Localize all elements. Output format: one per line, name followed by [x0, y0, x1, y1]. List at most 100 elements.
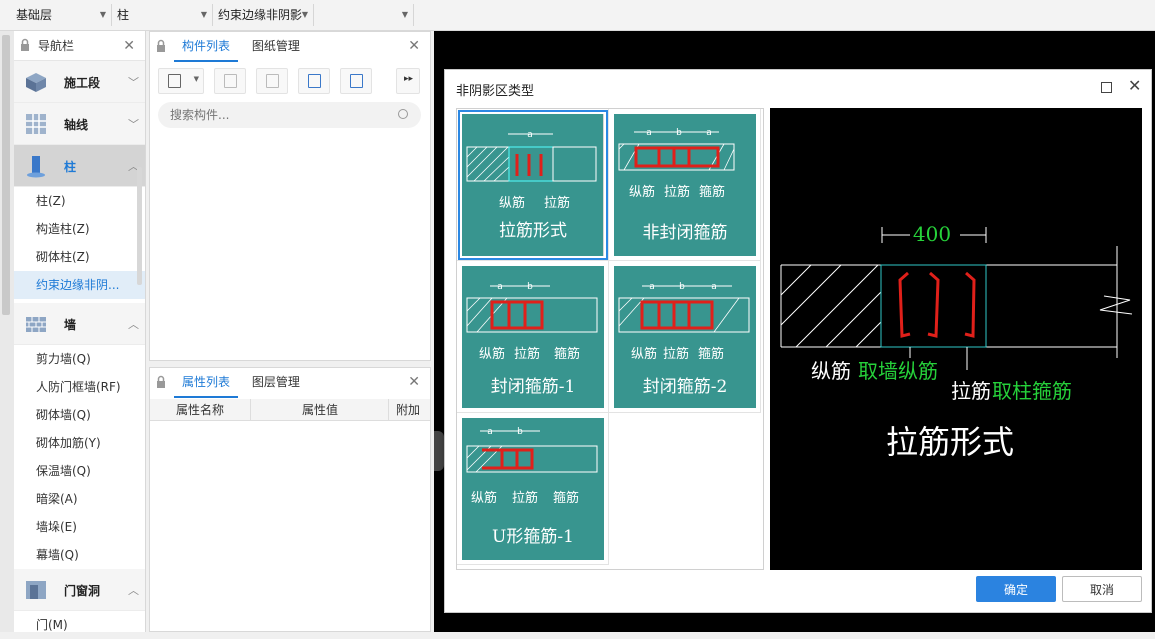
diagram-label: 箍筋: [698, 346, 724, 362]
new-component-button[interactable]: ▼: [158, 68, 204, 94]
type-option-tie-bar[interactable]: a 纵筋 拉筋 拉筋形式: [457, 109, 609, 261]
type-option-card[interactable]: a b a 纵筋 拉筋 箍筋 非封闭箍筋: [614, 114, 756, 256]
close-icon[interactable]: ✕: [408, 374, 420, 390]
dim-label: b: [517, 427, 523, 437]
nav-item-masonry-wall[interactable]: 砌体墙(Q): [14, 401, 145, 429]
type-option-card[interactable]: a b 纵筋 拉筋 箍筋 封闭箍筋-1: [462, 266, 604, 408]
type-select[interactable]: 约束边缘非阴影 ▼: [214, 4, 314, 26]
tab-layer-management[interactable]: 图层管理: [244, 368, 308, 396]
lock-icon[interactable]: [156, 39, 166, 53]
nav-category-construction-stage[interactable]: 施工段 ﹀: [14, 61, 145, 103]
nav-scrollbar[interactable]: [137, 167, 142, 285]
panel-collapse-handle[interactable]: [434, 431, 444, 471]
diagram-label: 箍筋: [554, 346, 580, 362]
nav-item-curtain-wall[interactable]: 幕墙(Q): [14, 541, 145, 569]
option-caption: 封闭箍筋-1: [490, 377, 576, 397]
nav-item-masonry-column[interactable]: 砌体柱(Z): [14, 243, 145, 271]
nav-item-column[interactable]: 柱(Z): [14, 187, 145, 215]
component-list-panel: 构件列表 图纸管理 ✕ ▼ ▸▸: [149, 31, 431, 361]
type-option-u-stirrup-1[interactable]: a b 纵筋 拉筋 箍筋 U形箍筋-1: [457, 413, 609, 565]
column-divider: [388, 399, 389, 421]
tie-bar-preview-diagram: 400 纵筋 取墙纵筋 拉筋 取柱箍筋 拉筋形式: [780, 222, 1133, 461]
diagram-label: 纵筋: [631, 346, 657, 362]
floor-select-value: 基础层: [16, 8, 53, 22]
dim-label: a: [646, 128, 652, 138]
dim-label: a: [527, 130, 533, 140]
nav-category-label: 墙: [64, 318, 77, 332]
chevron-up-icon: ︿: [128, 318, 139, 331]
diagram-label: 纵筋: [471, 490, 497, 506]
chevron-down-icon: ▼: [200, 10, 207, 19]
close-icon[interactable]: ✕: [123, 31, 135, 61]
type-option-closed-stirrup-1[interactable]: a b 纵筋 拉筋 箍筋 封闭箍筋-1: [457, 261, 609, 413]
top-selector-bar: 基础层 ▼ 柱 ▼ 约束边缘非阴影 ▼ ▼: [0, 0, 1155, 31]
option-caption: U形箍筋-1: [492, 527, 574, 547]
maximize-icon[interactable]: [1101, 82, 1112, 93]
diagram-label: 纵筋: [499, 195, 525, 211]
diagram-label: 拉筋: [544, 195, 570, 211]
cube-icon: [26, 73, 46, 92]
nav-item-wall-pier[interactable]: 墙垛(E): [14, 513, 145, 541]
dim-label: a: [711, 282, 717, 292]
nav-category-axis[interactable]: 轴线 ﹀: [14, 103, 145, 145]
dim-label: a: [649, 282, 655, 292]
option-caption: 封闭箍筋-2: [642, 377, 728, 397]
category-select-value: 柱: [117, 8, 130, 22]
nav-item-insulation-wall[interactable]: 保温墙(Q): [14, 457, 145, 485]
component-library-button[interactable]: [340, 68, 372, 94]
type-option-closed-stirrup-2[interactable]: a b a 纵筋 拉筋 箍筋 封闭箍筋-2: [609, 261, 761, 413]
delete-component-button[interactable]: [256, 68, 288, 94]
long-bar-note: 取墙纵筋: [858, 359, 938, 383]
floor-select[interactable]: 基础层 ▼: [12, 4, 112, 26]
chevron-down-icon: ﹀: [128, 76, 139, 89]
type-option-card[interactable]: a b a 纵筋 拉筋 箍筋 封闭箍筋-2: [614, 266, 756, 408]
left-scroll-strip: [0, 31, 14, 632]
nav-item-constructional-column[interactable]: 构造柱(Z): [14, 215, 145, 243]
type-option-card[interactable]: a 纵筋 拉筋 拉筋形式: [458, 110, 608, 260]
copy-component-button[interactable]: [214, 68, 246, 94]
nav-item-shear-wall[interactable]: 剪力墙(Q): [14, 345, 145, 373]
wall-icon: [26, 317, 46, 332]
grid-icon: [26, 114, 46, 134]
diagram-label: 拉筋: [514, 346, 540, 362]
column-header-extra: 附加: [396, 403, 421, 417]
nav-item-masonry-rebar[interactable]: 砌体加筋(Y): [14, 429, 145, 457]
more-tools-button[interactable]: ▸▸: [396, 68, 420, 94]
property-table-header: 属性名称 属性值 附加: [150, 399, 430, 421]
nav-category-wall[interactable]: 墙 ︿: [14, 303, 145, 345]
type-option-card[interactable]: a b 纵筋 拉筋 箍筋 U形箍筋-1: [462, 418, 604, 560]
dim-label: a: [497, 282, 503, 292]
left-scrollbar[interactable]: [2, 35, 10, 315]
nav-item-civil-defense-wall[interactable]: 人防门框墙(RF): [14, 373, 145, 401]
tie-label: 拉筋: [951, 379, 991, 403]
column-divider: [250, 399, 251, 421]
option-caption: 非封闭箍筋: [642, 223, 728, 243]
diagram-label: 纵筋: [629, 184, 655, 200]
lock-icon[interactable]: [20, 38, 30, 52]
chevron-down-icon: ﹀: [128, 118, 139, 131]
nav-item-hidden-beam[interactable]: 暗梁(A): [14, 485, 145, 513]
diagram-label: 拉筋: [664, 184, 690, 200]
cancel-button[interactable]: 取消: [1062, 576, 1142, 602]
category-select[interactable]: 柱 ▼: [113, 4, 213, 26]
nav-category-column[interactable]: 柱 ︿: [14, 145, 145, 187]
chevron-down-icon: ▼: [401, 10, 408, 19]
nav-category-label: 施工段: [64, 76, 101, 90]
ok-button[interactable]: 确定: [976, 576, 1056, 602]
tab-component-list[interactable]: 构件列表: [174, 32, 239, 62]
search-icon[interactable]: [398, 109, 408, 119]
lock-icon[interactable]: [156, 375, 166, 389]
nav-item-door[interactable]: 门(M): [14, 611, 145, 639]
tie-note: 取柱箍筋: [992, 379, 1072, 403]
close-icon[interactable]: ✕: [1128, 76, 1141, 95]
close-icon[interactable]: ✕: [408, 38, 420, 54]
nav-item-constrained-edge[interactable]: 约束边缘非阴...: [14, 271, 145, 299]
search-input[interactable]: [158, 102, 421, 128]
type-option-open-stirrup[interactable]: a b a 纵筋 拉筋 箍筋 非封闭箍筋: [609, 109, 761, 261]
nav-category-door-window[interactable]: 门窗洞 ︿: [14, 569, 145, 611]
dim-label: b: [676, 128, 682, 138]
component-select[interactable]: ▼: [315, 4, 414, 26]
tab-drawing-management[interactable]: 图纸管理: [244, 32, 308, 60]
duplicate-to-floor-button[interactable]: [298, 68, 330, 94]
tab-property-list[interactable]: 属性列表: [174, 368, 239, 398]
